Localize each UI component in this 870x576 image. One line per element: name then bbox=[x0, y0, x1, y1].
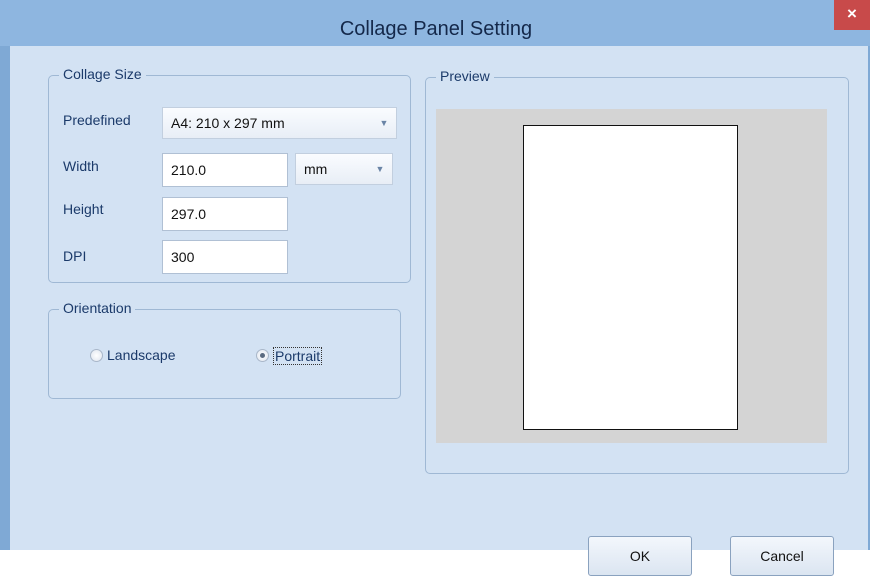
orientation-legend: Orientation bbox=[59, 300, 136, 316]
predefined-label: Predefined bbox=[63, 112, 131, 128]
landscape-radio-circle[interactable] bbox=[90, 349, 103, 362]
collage-size-legend: Collage Size bbox=[59, 66, 146, 82]
dialog-title: Collage Panel Setting bbox=[339, 18, 533, 40]
collage-panel-setting-dialog: Collage Panel Setting × Collage Size Pre… bbox=[0, 0, 870, 576]
dpi-label: DPI bbox=[63, 248, 87, 264]
portrait-radio[interactable]: Portrait bbox=[256, 347, 346, 367]
unit-dropdown[interactable]: mm ▼ bbox=[295, 153, 393, 185]
unit-value: mm bbox=[304, 161, 328, 177]
portrait-label: Portrait bbox=[273, 347, 323, 365]
portrait-radio-circle[interactable] bbox=[256, 349, 269, 362]
preview-page bbox=[523, 125, 738, 430]
cancel-button[interactable]: Cancel bbox=[730, 536, 834, 576]
width-input[interactable]: 210.0 bbox=[162, 153, 288, 187]
dpi-input[interactable]: 300 bbox=[162, 240, 288, 274]
height-label: Height bbox=[63, 201, 104, 217]
close-button[interactable]: × bbox=[834, 0, 870, 30]
landscape-radio[interactable]: Landscape bbox=[90, 347, 200, 367]
width-label: Width bbox=[63, 158, 99, 174]
chevron-down-icon: ▼ bbox=[379, 118, 389, 128]
height-input[interactable]: 297.0 bbox=[162, 197, 288, 231]
landscape-label: Landscape bbox=[107, 347, 176, 363]
preview-canvas bbox=[436, 109, 827, 443]
ok-button[interactable]: OK bbox=[588, 536, 692, 576]
close-icon: × bbox=[847, 4, 857, 23]
preview-legend: Preview bbox=[436, 68, 494, 84]
title-bar[interactable]: Collage Panel Setting × bbox=[0, 0, 870, 46]
predefined-dropdown[interactable]: A4: 210 x 297 mm ▼ bbox=[162, 107, 397, 139]
predefined-value: A4: 210 x 297 mm bbox=[171, 115, 285, 131]
chevron-down-icon: ▼ bbox=[375, 164, 385, 174]
